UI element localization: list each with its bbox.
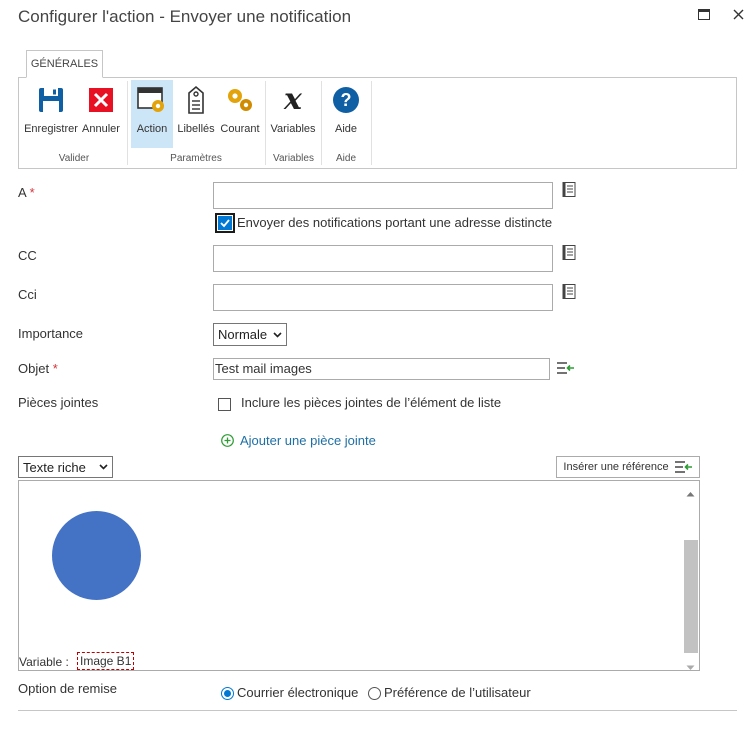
insert-reference-icon [674,461,692,473]
group-label-validate: Valider [58,153,90,164]
include-attachments-checkbox[interactable] [218,398,231,411]
insert-reference-icon[interactable] [557,362,575,377]
ribbon [18,77,737,169]
format-value: Texte riche [23,459,86,475]
action-settings-icon [136,84,168,116]
importance-value: Normale [218,327,268,342]
required-mark: * [29,185,35,200]
subject-input[interactable]: Test mail images [213,358,550,380]
variable-prefix-label: Variable : [19,655,69,669]
chevron-down-icon [99,464,108,470]
group-label-help: Aide [335,153,356,164]
delivery-email-radio[interactable] [221,687,234,700]
bcc-label: Cci [18,287,37,302]
variable-x-glyph: x [284,82,302,117]
delivery-user-preference-label: Préférence de l’utilisateur [384,685,531,700]
cancel-label: Annuler [82,123,120,135]
group-separator [371,81,372,165]
maximize-button[interactable] [693,4,715,24]
address-book-icon[interactable] [562,245,576,260]
variables-button[interactable]: x Variables [269,80,317,148]
tag-icon [180,84,212,116]
add-attachment-link[interactable]: Ajouter une pièce jointe [221,433,376,448]
format-select[interactable]: Texte riche [18,456,113,478]
insert-reference-button[interactable]: Insérer une référence [556,456,700,478]
to-label: A * [18,185,35,200]
action-button[interactable]: Action [131,80,173,148]
tab-generales[interactable]: GÉNÉRALES [26,50,103,78]
chevron-down-icon [273,331,282,338]
bcc-input[interactable] [213,284,553,311]
group-label-variables: Variables [273,153,314,164]
address-book-icon[interactable] [562,182,576,197]
svg-text:?: ? [341,90,352,110]
gears-icon [224,84,256,116]
cancel-icon [85,84,117,116]
close-button[interactable] [727,4,749,24]
address-book-icon[interactable] [562,284,576,299]
subject-label: Objet * [18,361,58,376]
current-label: Courant [220,123,260,135]
variables-label: Variables [270,123,316,135]
importance-label: Importance [18,326,84,341]
importance-select[interactable]: Normale [213,323,287,346]
distinct-notifications-label: Envoyer des notifications portant une ad… [237,215,553,230]
group-label-parameters: Paramètres [170,153,222,164]
embedded-image-circle [52,511,141,600]
help-icon: ? [330,84,362,116]
add-circle-icon [221,434,234,447]
save-label: Enregistrer [24,123,78,135]
insert-reference-label: Insérer une référence [563,461,669,473]
editor-scroll-thumb[interactable] [684,540,698,653]
cc-input[interactable] [213,245,553,272]
scroll-up-icon[interactable] [686,485,695,500]
distinct-notifications-checkbox[interactable] [215,213,235,233]
delivery-user-preference-radio[interactable] [368,687,381,700]
help-button[interactable]: ? Aide [326,80,366,148]
current-button[interactable]: Courant [219,80,261,148]
to-input[interactable] [213,182,553,209]
add-attachment-label: Ajouter une pièce jointe [240,433,376,448]
bottom-divider [18,710,737,711]
help-label: Aide [334,123,358,135]
labels-button[interactable]: Libellés [176,80,216,148]
save-button[interactable]: Enregistrer [24,80,78,148]
cc-label: CC [18,248,37,263]
delivery-email-label: Courrier électronique [237,685,359,700]
labels-label: Libellés [177,123,215,135]
save-icon [35,84,67,116]
close-icon [733,9,743,19]
action-label: Action [136,123,168,135]
variable-x-icon: x [277,84,309,116]
checkmark-icon [220,219,230,228]
dialog-title: Configurer l'action - Envoyer une notifi… [18,7,352,26]
attachments-label: Pièces jointes [18,395,99,410]
group-separator [127,81,128,165]
cancel-button[interactable]: Annuler [81,80,121,148]
scroll-down-icon[interactable] [686,659,695,674]
delivery-option-label: Option de remise [18,681,117,696]
maximize-icon [698,8,710,20]
include-attachments-label: Inclure les pièces jointes de l’élément … [241,395,502,410]
variable-token[interactable]: Image B1 [77,652,135,670]
required-mark: * [52,361,58,376]
